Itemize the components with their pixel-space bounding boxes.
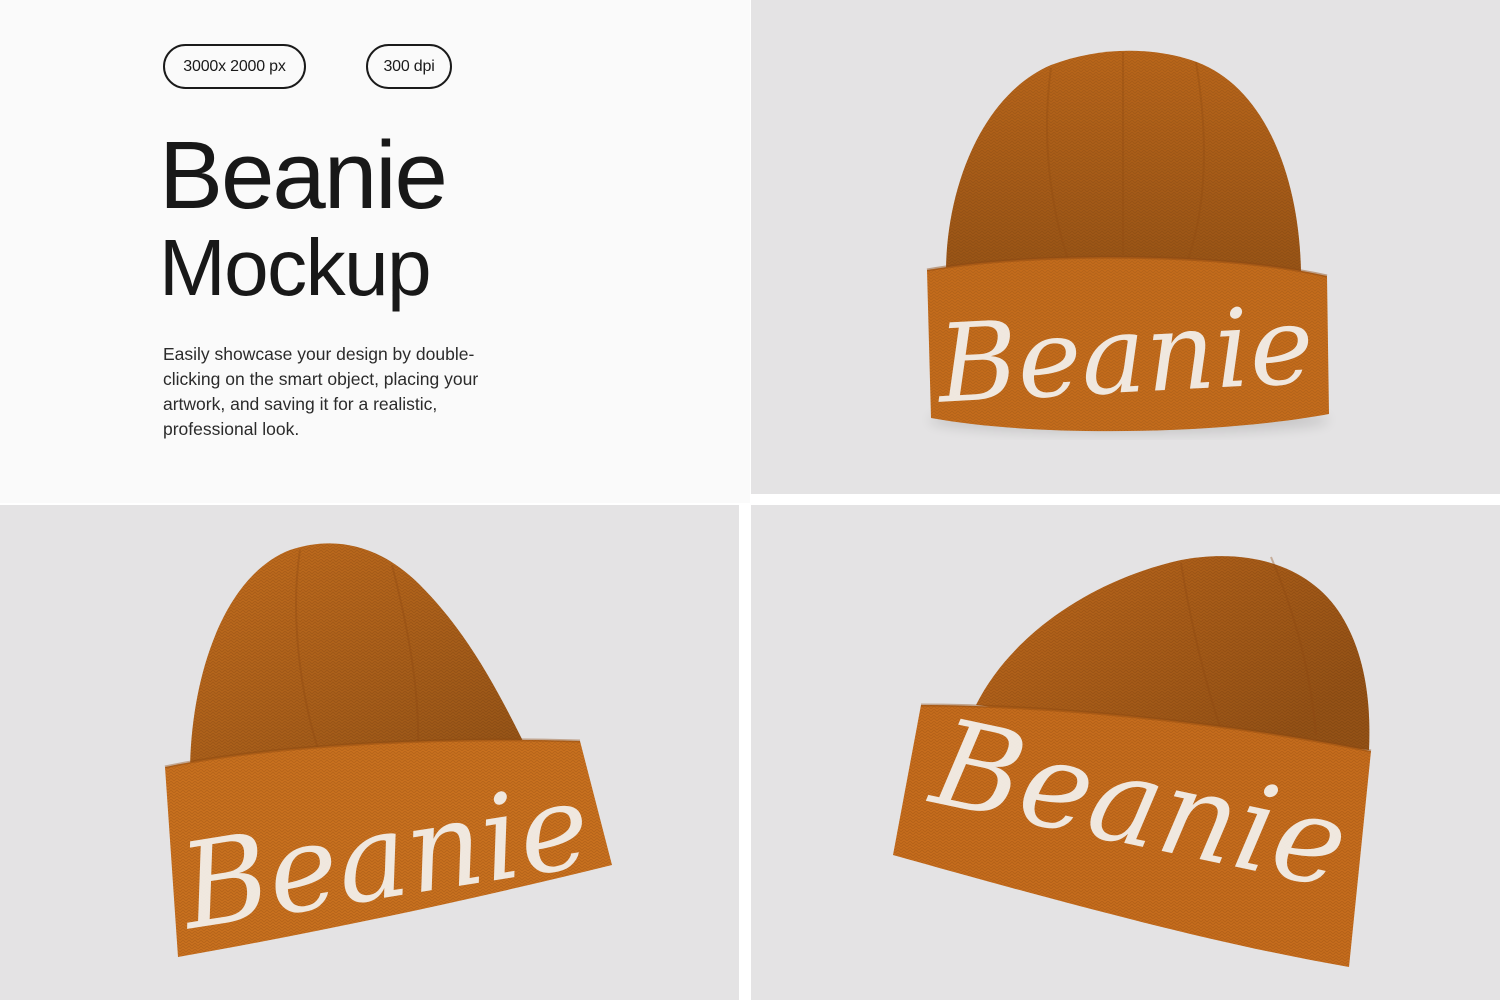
beanie-photo-front: Beanie (751, 0, 1500, 494)
page-subtitle: Mockup (159, 223, 432, 312)
resolution-badge: 3000x 2000 px (163, 44, 306, 89)
description-text: Easily showcase your design by double-cl… (163, 344, 479, 439)
beanie-photo-tilted-left: Beanie (0, 505, 739, 1000)
beanie-image-tilted-left: Beanie (164, 543, 612, 957)
page-title: Beanie (159, 122, 448, 229)
cuff-print: Beanie (933, 283, 1317, 428)
beanie-photo-tilted-right: Beanie (751, 505, 1500, 1000)
dpi-badge: 300 dpi (366, 44, 452, 89)
intro-panel: 3000x 2000 px 300 dpi Beanie Mockup Easi… (0, 0, 750, 503)
beanie-image-tilted-right: Beanie (893, 556, 1372, 967)
beanie-image-front: Beanie (926, 50, 1329, 434)
